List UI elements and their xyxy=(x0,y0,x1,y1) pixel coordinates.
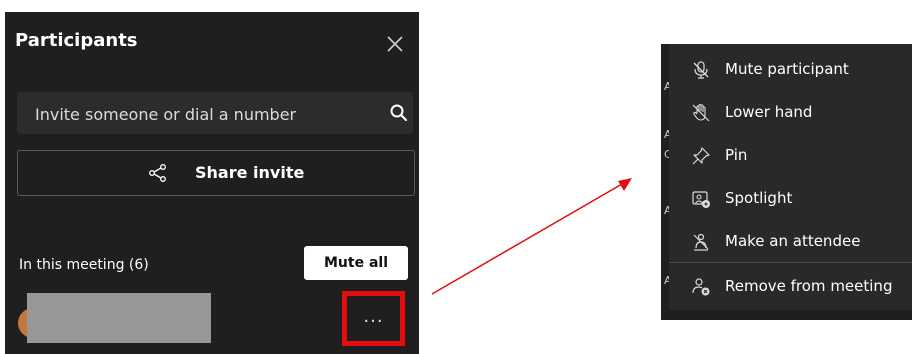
hand-off-icon xyxy=(692,103,710,122)
more-options-icon: ... xyxy=(363,306,384,327)
menu-item-spotlight[interactable]: Spotlight xyxy=(669,178,912,218)
menu-item-label: Remove from meeting xyxy=(725,277,893,295)
menu-item-label: Pin xyxy=(725,146,748,164)
menu-item-label: Make an attendee xyxy=(725,232,861,250)
mute-all-button[interactable]: Mute all xyxy=(304,246,408,280)
redacted-participant-name xyxy=(27,293,211,343)
panel-title: Participants xyxy=(15,30,138,51)
share-icon xyxy=(149,164,166,182)
remove-person-icon xyxy=(692,278,710,296)
menu-divider xyxy=(669,262,912,263)
background-list-edge: A A C A A xyxy=(661,44,672,320)
make-attendee-icon xyxy=(693,233,709,251)
mic-off-icon xyxy=(693,61,709,79)
share-invite-label: Share invite xyxy=(195,163,305,182)
menu-item-pin[interactable]: Pin xyxy=(669,135,912,175)
participant-context-menu: Mute participant Lower hand Pin Spotligh… xyxy=(669,44,912,310)
menu-item-lower-hand[interactable]: Lower hand xyxy=(669,92,912,132)
menu-item-mute-participant[interactable]: Mute participant xyxy=(669,49,912,89)
participants-panel: Participants Share invite In this meetin… xyxy=(5,12,419,354)
more-options-button[interactable]: ... xyxy=(342,291,405,346)
share-invite-button[interactable]: Share invite xyxy=(17,150,415,196)
menu-item-make-attendee[interactable]: Make an attendee xyxy=(669,221,912,261)
context-menu-area: A A C A A Mute participant Lower hand Pi… xyxy=(661,44,912,320)
menu-item-label: Lower hand xyxy=(725,103,813,121)
spotlight-icon xyxy=(692,191,710,208)
menu-item-label: Spotlight xyxy=(725,189,793,207)
search-box xyxy=(17,92,413,136)
menu-item-remove-from-meeting[interactable]: Remove from meeting xyxy=(669,266,912,306)
menu-item-label: Mute participant xyxy=(725,60,849,78)
pin-icon xyxy=(692,147,710,165)
in-meeting-label: In this meeting (6) xyxy=(19,257,149,273)
invite-search-input[interactable] xyxy=(17,92,377,136)
search-icon[interactable] xyxy=(389,103,409,123)
close-icon[interactable] xyxy=(385,34,405,54)
